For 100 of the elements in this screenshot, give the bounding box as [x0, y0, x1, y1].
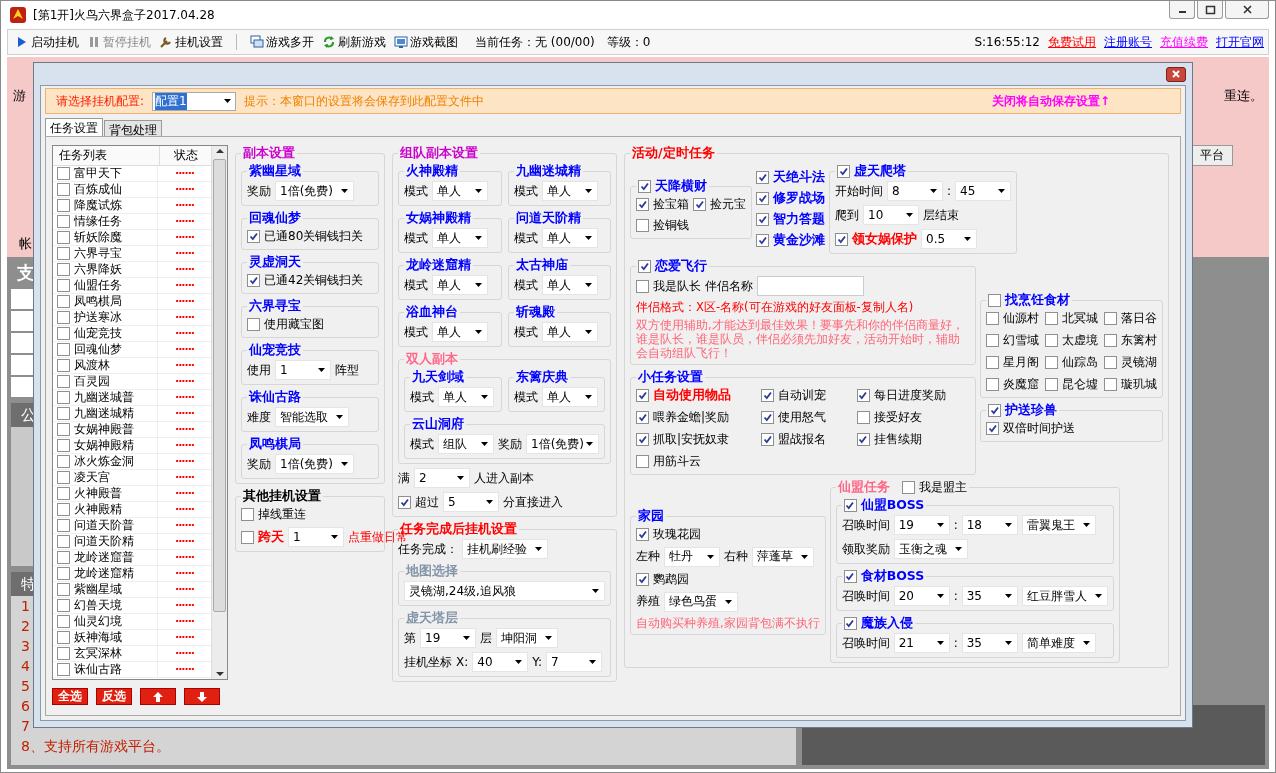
checkbox[interactable]	[1104, 377, 1117, 391]
checkbox[interactable]	[693, 198, 706, 211]
checkbox[interactable]	[57, 599, 70, 612]
dropdown[interactable]: 45	[955, 181, 1012, 201]
checkbox[interactable]	[1104, 355, 1117, 369]
close-button[interactable]	[1225, 1, 1269, 19]
dropdown[interactable]: 19	[420, 628, 476, 648]
checkbox[interactable]	[57, 231, 70, 244]
toolbar-button[interactable]: 游戏截图	[391, 32, 461, 52]
checkbox[interactable]	[57, 551, 70, 564]
dropdown[interactable]: 单人	[432, 181, 488, 201]
dropdown[interactable]: 雷翼鬼王	[1021, 515, 1096, 535]
task-name[interactable]: 护送寒冰	[74, 309, 122, 326]
checkbox[interactable]	[57, 535, 70, 548]
toolbar-button[interactable]: 刷新游戏	[319, 32, 389, 52]
checkbox[interactable]	[761, 389, 775, 402]
checkbox[interactable]	[843, 570, 857, 583]
checkbox[interactable]	[1045, 355, 1058, 369]
dropdown[interactable]: 牡丹	[664, 546, 720, 567]
dropdown[interactable]: 5	[443, 492, 499, 512]
dropdown[interactable]: 绿色鸟蛋	[664, 591, 738, 612]
checkbox[interactable]	[761, 433, 775, 446]
dropdown[interactable]: 10	[863, 205, 919, 225]
checkbox[interactable]	[247, 318, 260, 331]
checkbox[interactable]	[756, 212, 769, 226]
checkbox[interactable]	[1104, 333, 1117, 347]
checkbox[interactable]	[57, 647, 70, 660]
close-button[interactable]	[1166, 66, 1186, 82]
checkbox[interactable]	[636, 433, 649, 446]
checkbox[interactable]	[57, 295, 70, 308]
checkbox[interactable]	[57, 183, 70, 196]
dropdown[interactable]: 萍蓬草	[752, 546, 814, 567]
checkbox[interactable]	[57, 391, 70, 404]
dropdown[interactable]: 单人	[432, 228, 488, 248]
task-name[interactable]: 妖神海域	[74, 629, 122, 646]
checkbox[interactable]	[901, 481, 915, 494]
task-name[interactable]: 凤鸣棋局	[74, 293, 122, 310]
task-name[interactable]: 情缘任务	[74, 213, 122, 230]
dropdown[interactable]: 1倍(免费)	[526, 434, 599, 454]
checkbox[interactable]	[57, 375, 70, 388]
checkbox[interactable]	[837, 165, 850, 178]
checkbox[interactable]	[57, 439, 70, 452]
checkbox[interactable]	[636, 455, 649, 468]
checkbox[interactable]	[1045, 311, 1058, 325]
link[interactable]: 打开官网	[1216, 33, 1264, 51]
dropdown[interactable]: 2	[414, 468, 470, 488]
task-name[interactable]: 女娲神殿精	[74, 437, 134, 454]
task-name[interactable]: 龙岭迷窟精	[74, 565, 134, 582]
task-name[interactable]: 冰火炼金洞	[74, 453, 134, 470]
dropdown[interactable]: 智能选取	[275, 407, 349, 427]
checkbox[interactable]	[843, 499, 857, 512]
select-button[interactable]: 反选	[96, 688, 132, 705]
checkbox[interactable]	[986, 333, 999, 347]
task-name[interactable]: 诛仙古路	[74, 661, 122, 678]
task-name[interactable]: 百炼成仙	[74, 181, 122, 198]
dropdown[interactable]: 单人	[541, 322, 598, 342]
dropdown[interactable]: 单人	[432, 275, 488, 295]
checkbox[interactable]	[57, 343, 70, 356]
task-name[interactable]: 火神殿普	[74, 485, 122, 502]
checkbox[interactable]	[57, 279, 70, 292]
checkbox[interactable]	[756, 170, 769, 184]
task-name[interactable]: 仙灵幻境	[74, 613, 122, 630]
checkbox[interactable]	[986, 377, 999, 391]
checkbox[interactable]	[57, 455, 70, 468]
checkbox[interactable]	[57, 487, 70, 500]
task-name[interactable]: 火神殿精	[74, 501, 122, 518]
checkbox[interactable]	[988, 293, 1001, 307]
checkbox[interactable]	[986, 355, 999, 369]
checkbox[interactable]	[57, 519, 70, 532]
checkbox[interactable]	[843, 617, 857, 630]
checkbox[interactable]	[856, 411, 870, 424]
checkbox[interactable]	[57, 631, 70, 644]
task-name[interactable]: 幻兽天境	[74, 597, 122, 614]
task-name[interactable]: 六界寻宝	[74, 245, 122, 262]
dropdown[interactable]: 单人	[541, 228, 598, 248]
task-name[interactable]: 女娲神殿普	[74, 421, 134, 438]
task-name[interactable]: 仙盟任务	[74, 277, 122, 294]
checkbox[interactable]	[241, 530, 254, 544]
checkbox[interactable]	[638, 180, 651, 193]
dropdown[interactable]: 灵镜湖,24级,追风狼	[404, 581, 605, 601]
checkbox[interactable]	[57, 327, 70, 340]
task-name[interactable]: 凌天宫	[74, 469, 110, 486]
checkbox[interactable]	[856, 433, 870, 446]
tab[interactable]: 任务设置	[45, 118, 103, 136]
task-name[interactable]: 问道天阶普	[74, 517, 134, 534]
task-name[interactable]: 龙岭迷窟普	[74, 549, 134, 566]
checkbox[interactable]	[57, 615, 70, 628]
select-button[interactable]: 全选	[52, 688, 88, 705]
maximize-button[interactable]	[1197, 1, 1223, 19]
task-name[interactable]: 斩妖除魔	[74, 229, 122, 246]
move-up-button[interactable]	[140, 688, 176, 705]
checkbox[interactable]	[1045, 377, 1058, 391]
task-name[interactable]: 百灵园	[74, 373, 110, 390]
checkbox[interactable]	[241, 508, 254, 521]
dropdown[interactable]: 组队	[438, 434, 494, 454]
checkbox[interactable]	[636, 411, 649, 424]
toolbar-button[interactable]: 游戏多开	[247, 32, 317, 52]
column-header[interactable]: 任务列表	[53, 146, 160, 165]
dropdown[interactable]: 坤阳洞	[496, 628, 558, 648]
checkbox[interactable]	[57, 503, 70, 516]
